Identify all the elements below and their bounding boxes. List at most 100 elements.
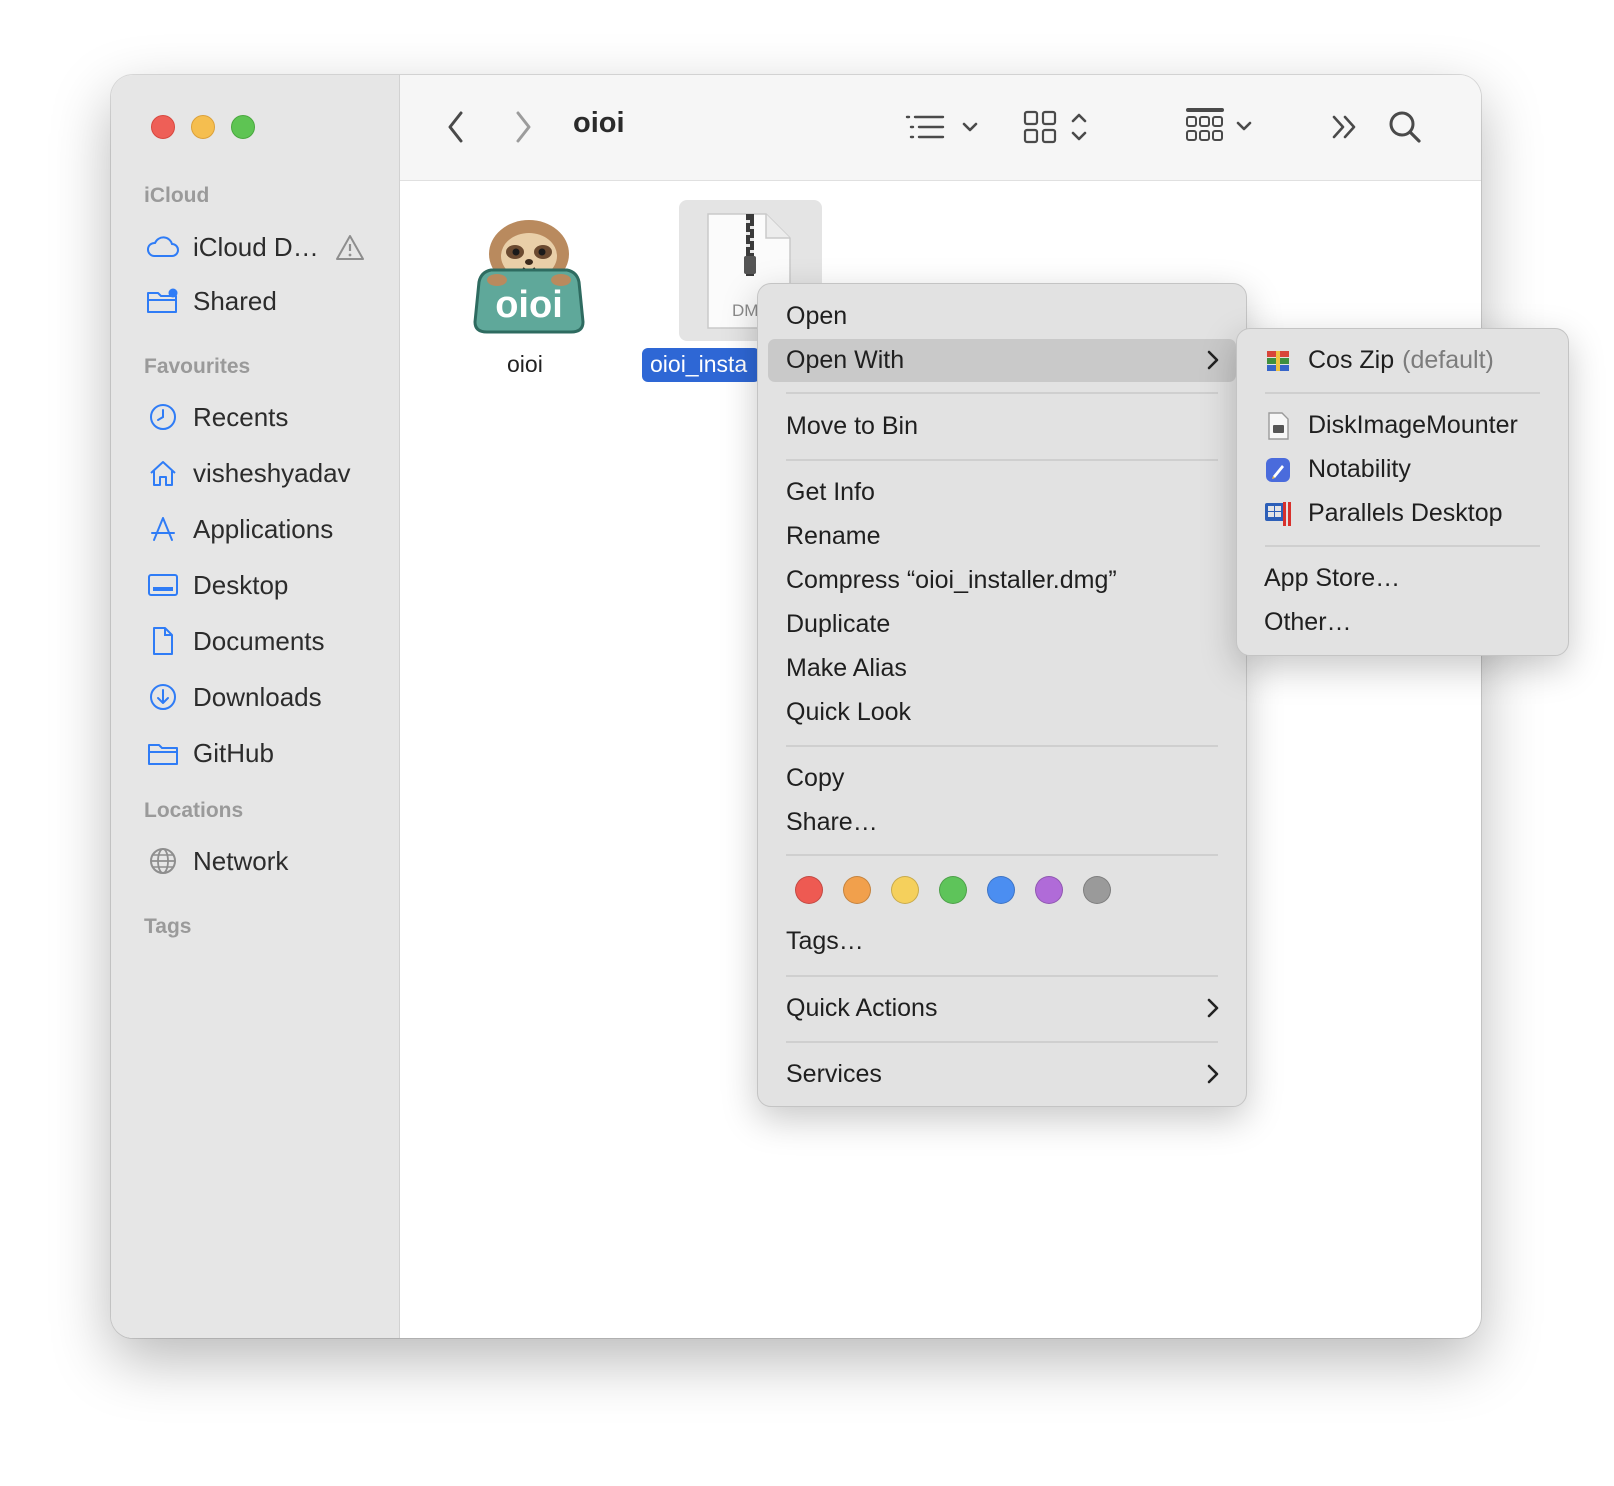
tag-color-red[interactable] — [795, 876, 823, 904]
sidebar-item-label: visheshyadav — [193, 457, 351, 488]
sidebar-item-desktop[interactable]: Desktop — [146, 565, 288, 605]
chevron-right-icon — [516, 111, 531, 143]
toolbar: oioi — [400, 75, 1481, 181]
sidebar-item-icloud-drive[interactable]: iCloud D… — [146, 227, 365, 267]
submenu-item-label: Notability — [1308, 455, 1411, 483]
sidebar-item-label: iCloud D… — [193, 231, 319, 262]
menu-item-label: Quick Actions — [786, 994, 938, 1022]
sidebar-item-network[interactable]: Network — [146, 841, 288, 881]
sidebar-item-label: Downloads — [193, 681, 322, 712]
sidebar-item-label: Desktop — [193, 569, 289, 600]
submenu-item-diskimagemounter[interactable]: DiskImageMounter — [1247, 404, 1558, 447]
disk-image-icon — [1264, 411, 1292, 440]
menu-item-services[interactable]: Services — [768, 1053, 1236, 1096]
menu-item-open[interactable]: Open — [768, 295, 1236, 338]
forward-button[interactable] — [503, 107, 543, 147]
folder-icon — [146, 738, 180, 768]
sidebar-item-documents[interactable]: Documents — [146, 621, 325, 661]
menu-separator — [786, 854, 1218, 856]
context-menu: Open Open With Move to Bin Get Info Rena… — [757, 283, 1247, 1107]
tag-color-yellow[interactable] — [891, 876, 919, 904]
menu-item-rename[interactable]: Rename — [768, 515, 1236, 558]
zoom-button[interactable] — [231, 115, 255, 139]
menu-separator — [786, 745, 1218, 747]
applications-icon — [146, 514, 180, 544]
menu-item-quick-actions[interactable]: Quick Actions — [768, 987, 1236, 1030]
menu-separator — [786, 1041, 1218, 1043]
chevron-right-icon — [1207, 350, 1219, 370]
menu-separator — [786, 392, 1218, 394]
globe-icon — [146, 846, 180, 876]
chevron-right-icon — [1207, 998, 1219, 1018]
back-button[interactable] — [436, 107, 476, 147]
list-view-button[interactable] — [903, 105, 983, 149]
search-button[interactable] — [1383, 105, 1427, 149]
submenu-item-parallels-desktop[interactable]: Parallels Desktop — [1247, 492, 1558, 535]
submenu-item-app-store[interactable]: App Store… — [1247, 557, 1558, 600]
document-icon — [146, 626, 180, 656]
menu-item-duplicate[interactable]: Duplicate — [768, 603, 1236, 646]
menu-item-move-to-bin[interactable]: Move to Bin — [768, 405, 1236, 448]
sidebar-item-github[interactable]: GitHub — [146, 733, 274, 773]
minimize-button[interactable] — [191, 115, 215, 139]
submenu-item-label: Parallels Desktop — [1308, 499, 1503, 527]
tag-color-blue[interactable] — [987, 876, 1015, 904]
double-chevron-icon — [1332, 115, 1356, 139]
menu-item-open-with[interactable]: Open With — [768, 339, 1236, 382]
menu-item-label: Services — [786, 1060, 882, 1088]
submenu-item-other[interactable]: Other… — [1247, 601, 1558, 644]
warning-icon[interactable] — [335, 233, 365, 261]
shared-folder-icon — [146, 286, 180, 316]
tag-color-grey[interactable] — [1083, 876, 1111, 904]
sidebar: iCloud iCloud D… Shared Favourites Recen… — [111, 75, 400, 1338]
chevron-right-icon — [1207, 1064, 1219, 1084]
window-title: oioi — [573, 107, 625, 139]
sidebar-item-label: Shared — [193, 285, 277, 316]
sidebar-section-icloud: iCloud — [144, 184, 210, 207]
menu-item-copy[interactable]: Copy — [768, 757, 1236, 800]
submenu-item-cos-zip[interactable]: Cos Zip (default) — [1247, 339, 1558, 382]
open-with-submenu: Cos Zip (default) DiskImageMounter Notab… — [1236, 328, 1569, 656]
tag-color-green[interactable] — [939, 876, 967, 904]
notability-icon — [1264, 456, 1292, 484]
menu-item-get-info[interactable]: Get Info — [768, 471, 1236, 514]
sidebar-item-label: Network — [193, 845, 289, 876]
menu-item-quick-look[interactable]: Quick Look — [768, 691, 1236, 734]
sidebar-section-favourites: Favourites — [144, 355, 251, 378]
sidebar-item-downloads[interactable]: Downloads — [146, 677, 322, 717]
sidebar-item-label: Documents — [193, 625, 325, 656]
view-mode-button[interactable] — [1021, 103, 1097, 151]
search-icon — [1389, 111, 1421, 143]
file-oioi[interactable]: oioi — [467, 210, 591, 338]
file-name-oioi: oioi — [507, 351, 543, 377]
home-icon — [146, 458, 180, 488]
menu-separator — [1265, 545, 1540, 547]
menu-item-tags[interactable]: Tags… — [768, 920, 1236, 963]
app-icon-text: oioi — [495, 284, 563, 326]
menu-item-label: Open With — [786, 346, 905, 374]
menu-item-share[interactable]: Share… — [768, 801, 1236, 844]
parallels-icon — [1264, 500, 1292, 528]
sidebar-item-recents[interactable]: Recents — [146, 397, 288, 437]
sidebar-item-home[interactable]: visheshyadav — [146, 453, 351, 493]
file-type-text: DM — [732, 301, 758, 320]
menu-separator — [1265, 392, 1540, 394]
desktop-icon — [146, 570, 180, 600]
tag-color-orange[interactable] — [843, 876, 871, 904]
more-toolbar-button[interactable] — [1325, 107, 1365, 147]
sidebar-section-locations: Locations — [144, 799, 244, 822]
submenu-item-notability[interactable]: Notability — [1247, 448, 1558, 491]
menu-item-make-alias[interactable]: Make Alias — [768, 647, 1236, 690]
menu-item-compress[interactable]: Compress “oioi_installer.dmg” — [768, 559, 1236, 602]
group-by-button[interactable] — [1183, 103, 1273, 151]
sidebar-item-shared[interactable]: Shared — [146, 281, 277, 321]
sidebar-item-label: GitHub — [193, 737, 274, 768]
cos-zip-icon — [1264, 347, 1292, 375]
tag-color-purple[interactable] — [1035, 876, 1063, 904]
list-icon — [905, 115, 978, 139]
sidebar-item-applications[interactable]: Applications — [146, 509, 333, 549]
close-button[interactable] — [151, 115, 175, 139]
submenu-item-label: DiskImageMounter — [1308, 411, 1518, 439]
clock-icon — [146, 402, 180, 432]
file-name-oioi-installer[interactable]: oioi_insta — [642, 348, 760, 382]
